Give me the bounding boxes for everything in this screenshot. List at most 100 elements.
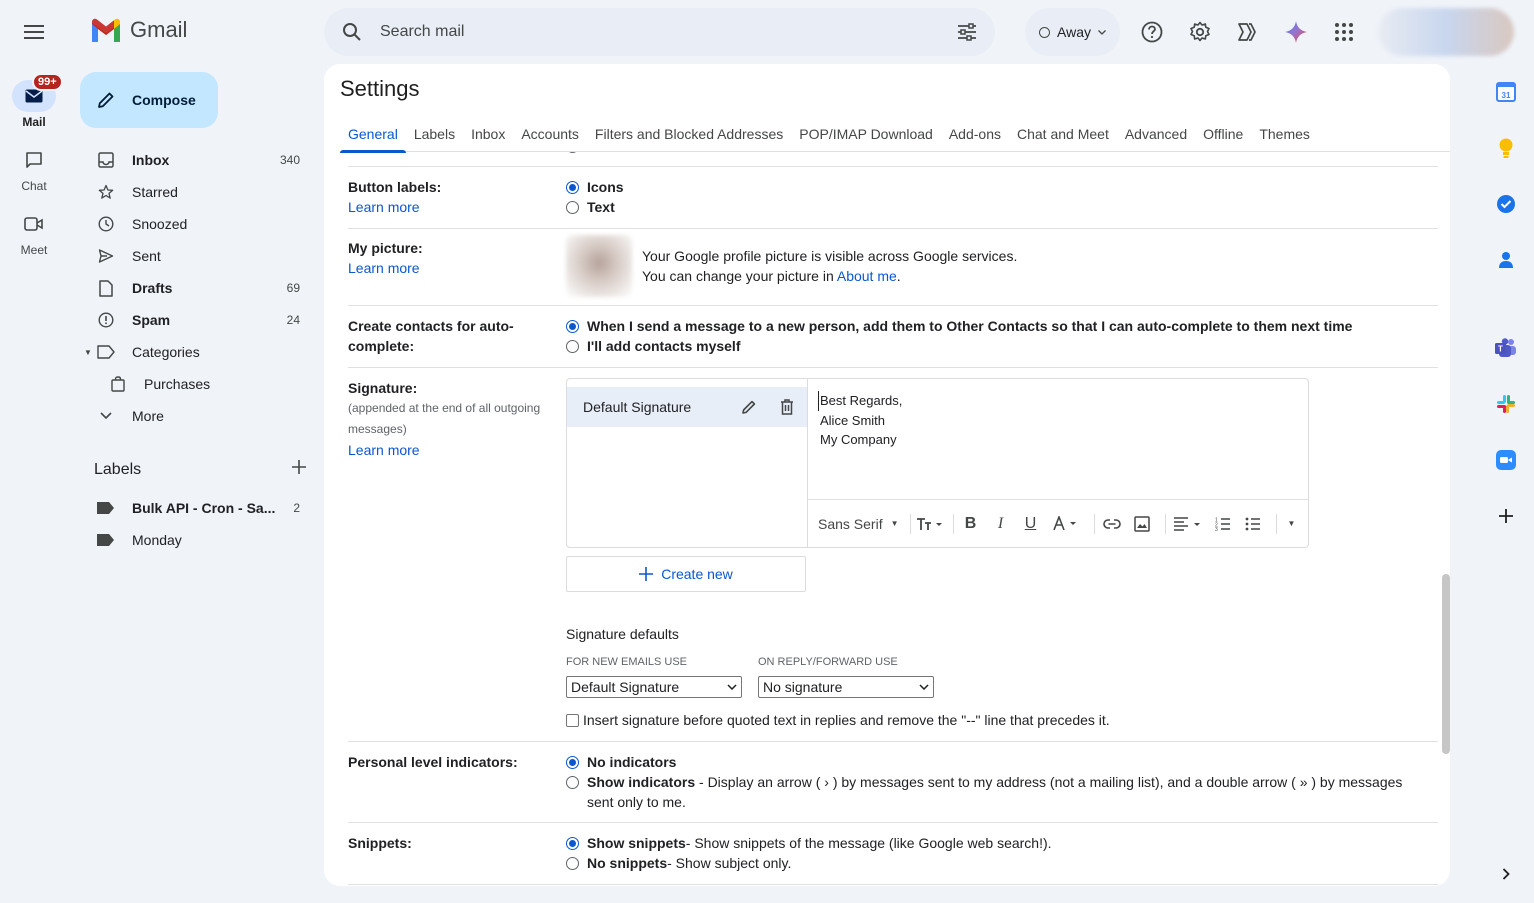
gemini-features-button[interactable]: [1228, 12, 1268, 52]
sidebar-item-starred[interactable]: Starred: [68, 176, 324, 208]
create-signature-button[interactable]: Create new: [566, 556, 806, 592]
calendar-app-icon[interactable]: 31: [1494, 80, 1518, 104]
settings-button[interactable]: [1180, 12, 1220, 52]
chevron-down-icon: [919, 684, 929, 690]
radio-show-indicators[interactable]: [566, 776, 579, 789]
tab-chat-meet[interactable]: Chat and Meet: [1009, 116, 1117, 152]
add-label-button[interactable]: [292, 460, 306, 479]
new-emails-signature-select[interactable]: Default Signature: [566, 676, 742, 698]
tab-accounts[interactable]: Accounts: [513, 116, 587, 152]
manual-contacts-option[interactable]: I'll add contacts myself: [566, 336, 741, 356]
tab-inbox[interactable]: Inbox: [463, 116, 513, 152]
tab-labels[interactable]: Labels: [406, 116, 463, 152]
search-options-icon[interactable]: [957, 23, 977, 41]
italic-icon[interactable]: I: [989, 512, 1013, 536]
signature-body[interactable]: Best Regards, Alice Smith My Company: [818, 391, 902, 450]
tab-filters[interactable]: Filters and Blocked Addresses: [587, 116, 791, 152]
main-menu-button[interactable]: [14, 12, 54, 52]
tab-general[interactable]: General: [340, 116, 406, 153]
learn-more-link[interactable]: Learn more: [348, 440, 553, 460]
reply-signature-select[interactable]: No signature: [758, 676, 934, 698]
radio-show-snippets[interactable]: [566, 837, 579, 850]
numbered-list-icon[interactable]: 123: [1211, 512, 1235, 536]
radio-text[interactable]: [566, 201, 579, 214]
account-avatar[interactable]: [1378, 8, 1514, 56]
tab-add-ons[interactable]: Add-ons: [941, 116, 1009, 152]
compose-button[interactable]: Compose: [80, 72, 218, 128]
google-apps-button[interactable]: [1324, 12, 1364, 52]
sidebar-item-sent[interactable]: Sent: [68, 240, 324, 272]
profile-picture[interactable]: [566, 235, 632, 297]
sidebar-item-more[interactable]: More: [68, 400, 324, 432]
search-icon[interactable]: [342, 22, 362, 42]
radio-icons[interactable]: [566, 181, 579, 194]
rail-item-mail[interactable]: 99+ Mail: [0, 73, 68, 129]
insert-image-icon[interactable]: [1130, 512, 1154, 536]
show-snippets-option[interactable]: Show snippets - Show snippets of the mes…: [566, 833, 1052, 853]
bold-icon[interactable]: B: [959, 512, 983, 536]
sidebar-item-spam[interactable]: Spam 24: [68, 304, 324, 336]
contacts-app-icon[interactable]: [1494, 248, 1518, 272]
radio-no-snippets[interactable]: [566, 857, 579, 870]
rail-item-chat[interactable]: Chat: [0, 144, 68, 193]
font-select[interactable]: Sans Serif ▼: [818, 512, 899, 536]
no-snippets-option[interactable]: No snippets - Show subject only.: [566, 853, 791, 873]
tab-pop-imap[interactable]: POP/IMAP Download: [791, 116, 941, 152]
sidebar-label-bulk-api[interactable]: Bulk API - Cron - Sa... 2: [68, 492, 324, 524]
hide-side-panel-button[interactable]: [1494, 862, 1518, 886]
delete-signature-button[interactable]: [773, 399, 801, 415]
underline-icon[interactable]: U: [1019, 512, 1043, 536]
button-labels-icons-option[interactable]: Icons: [566, 177, 624, 197]
insert-before-checkbox[interactable]: [566, 713, 579, 727]
settings-scrollbar-thumb[interactable]: [1442, 574, 1450, 754]
tab-advanced[interactable]: Advanced: [1117, 116, 1195, 152]
learn-more-link[interactable]: Learn more: [348, 197, 553, 217]
gemini-button[interactable]: [1276, 12, 1316, 52]
expand-caret-icon[interactable]: ▼: [84, 348, 92, 357]
zoom-app-icon[interactable]: [1494, 448, 1518, 472]
tab-offline[interactable]: Offline: [1195, 116, 1251, 152]
no-indicators-option[interactable]: No indicators: [566, 752, 676, 772]
signature-list-item[interactable]: Default Signature: [567, 387, 807, 427]
radio-manual[interactable]: [566, 340, 579, 353]
show-indicators-option[interactable]: Show indicators - Display an arrow ( › )…: [566, 772, 1426, 812]
font-size-button[interactable]: [916, 512, 942, 536]
gmail-logo[interactable]: Gmail: [90, 17, 187, 43]
slack-app-icon[interactable]: [1494, 392, 1518, 416]
more-formatting-icon[interactable]: ▼: [1282, 512, 1302, 536]
sidebar-item-inbox[interactable]: Inbox 340: [68, 144, 324, 176]
tab-themes[interactable]: Themes: [1251, 116, 1318, 152]
checkbox-label: Insert signature before quoted text in r…: [583, 712, 1110, 728]
partial-radio[interactable]: [566, 152, 579, 153]
signature-editor[interactable]: Best Regards, Alice Smith My Company San…: [807, 379, 1309, 547]
learn-more-link[interactable]: Learn more: [348, 258, 553, 278]
bulleted-list-icon[interactable]: [1241, 512, 1265, 536]
button-labels-text-option[interactable]: Text: [566, 197, 615, 217]
rail-label-chat: Chat: [21, 179, 47, 193]
support-button[interactable]: [1132, 12, 1172, 52]
insert-before-quoted-option[interactable]: Insert signature before quoted text in r…: [566, 712, 1110, 728]
search-input[interactable]: [380, 23, 957, 41]
text-color-button[interactable]: [1049, 512, 1083, 536]
status-selector[interactable]: Away: [1025, 8, 1120, 56]
chat-icon: [12, 144, 56, 176]
sidebar-item-label: Inbox: [132, 152, 170, 168]
align-button[interactable]: [1171, 512, 1205, 536]
chevron-right-icon: [1502, 868, 1510, 880]
sidebar-item-purchases[interactable]: Purchases: [68, 368, 324, 400]
auto-add-contacts-option[interactable]: When I send a message to a new person, a…: [566, 316, 1352, 336]
tasks-app-icon[interactable]: [1494, 192, 1518, 216]
sidebar-item-snoozed[interactable]: Snoozed: [68, 208, 324, 240]
edit-signature-button[interactable]: [735, 399, 763, 415]
keep-app-icon[interactable]: [1494, 136, 1518, 160]
sidebar-item-categories[interactable]: ▼ Categories: [68, 336, 324, 368]
link-icon[interactable]: [1100, 512, 1124, 536]
rail-item-meet[interactable]: Meet: [0, 208, 68, 257]
about-me-link[interactable]: About me: [837, 268, 897, 284]
teams-app-icon[interactable]: T: [1494, 336, 1518, 360]
radio-auto-add[interactable]: [566, 320, 579, 333]
sidebar-label-monday[interactable]: Monday: [68, 524, 324, 556]
sidebar-item-drafts[interactable]: Drafts 69: [68, 272, 324, 304]
get-add-ons-button[interactable]: [1494, 504, 1518, 528]
radio-no-indicators[interactable]: [566, 756, 579, 769]
